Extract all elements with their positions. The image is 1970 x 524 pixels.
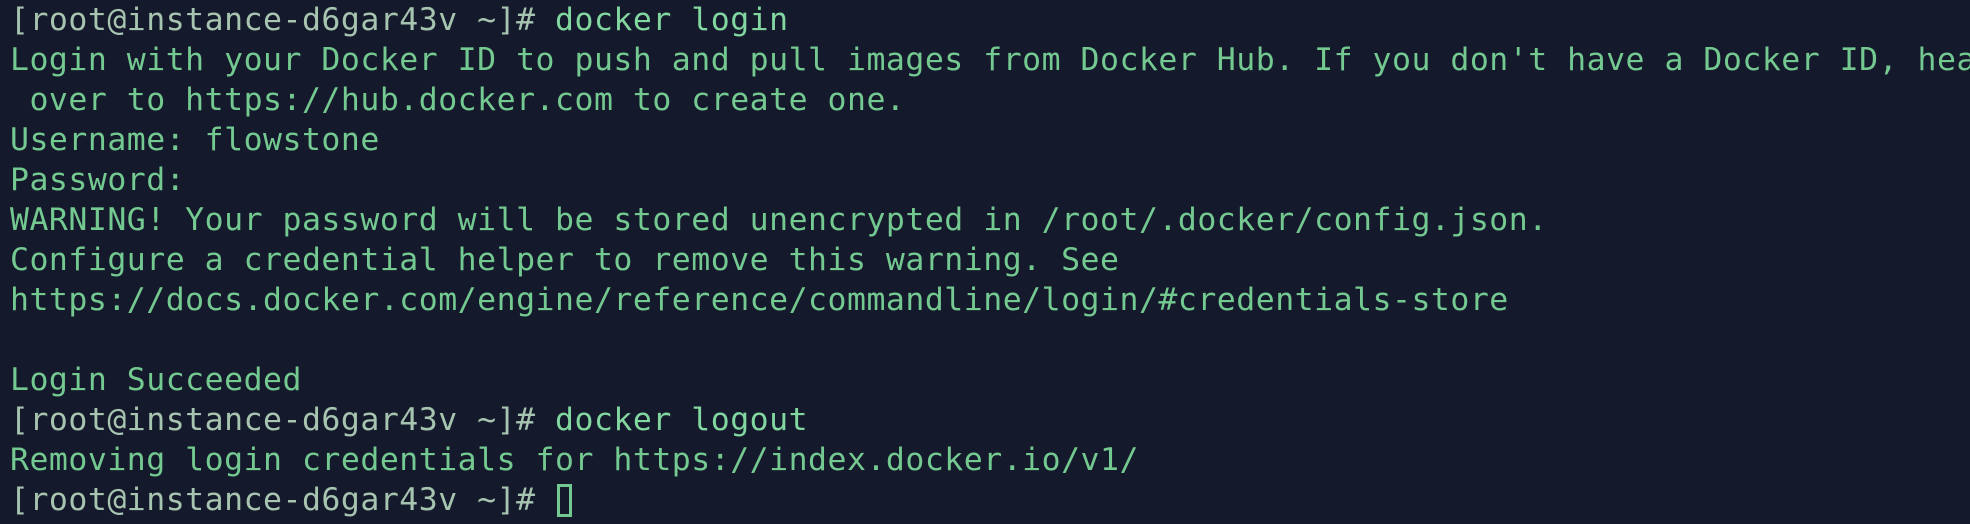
terminal-line-status: Login Succeeded — [10, 362, 302, 398]
terminal-line-command: [root@instance-d6gar43v ~]# docker login — [10, 0, 1970, 40]
terminal-line-output: Login with your Docker ID to push and pu… — [10, 42, 1970, 78]
terminal-line-output: over to https://hub.docker.com to create… — [10, 82, 906, 118]
terminal-line-output: Configure a credential helper to remove … — [10, 242, 1120, 278]
terminal-line-command: [root@instance-d6gar43v ~]# docker logou… — [10, 400, 1970, 440]
terminal-line-input[interactable]: [root@instance-d6gar43v ~]# — [10, 480, 1970, 520]
terminal-line-output: Removing login credentials for https://i… — [10, 442, 1139, 478]
terminal-line-warning: WARNING! Your password will be stored un… — [10, 202, 1548, 238]
text-cursor[interactable] — [557, 484, 573, 517]
shell-prompt: [root@instance-d6gar43v ~]# — [10, 2, 556, 38]
command-text: docker login — [555, 2, 789, 38]
terminal-line-link: https://docs.docker.com/engine/reference… — [10, 282, 1509, 318]
terminal-line-blank — [10, 320, 1970, 360]
terminal-line-password: Password: — [10, 162, 186, 198]
command-text: docker logout — [555, 402, 809, 438]
shell-prompt: [root@instance-d6gar43v ~]# — [10, 482, 556, 518]
terminal-output: [root@instance-d6gar43v ~]# docker login… — [10, 0, 1970, 520]
shell-prompt: [root@instance-d6gar43v ~]# — [10, 402, 556, 438]
terminal-window[interactable]: [root@instance-d6gar43v ~]# docker login… — [0, 0, 1970, 524]
terminal-line-username: Username: flowstone — [10, 122, 380, 158]
